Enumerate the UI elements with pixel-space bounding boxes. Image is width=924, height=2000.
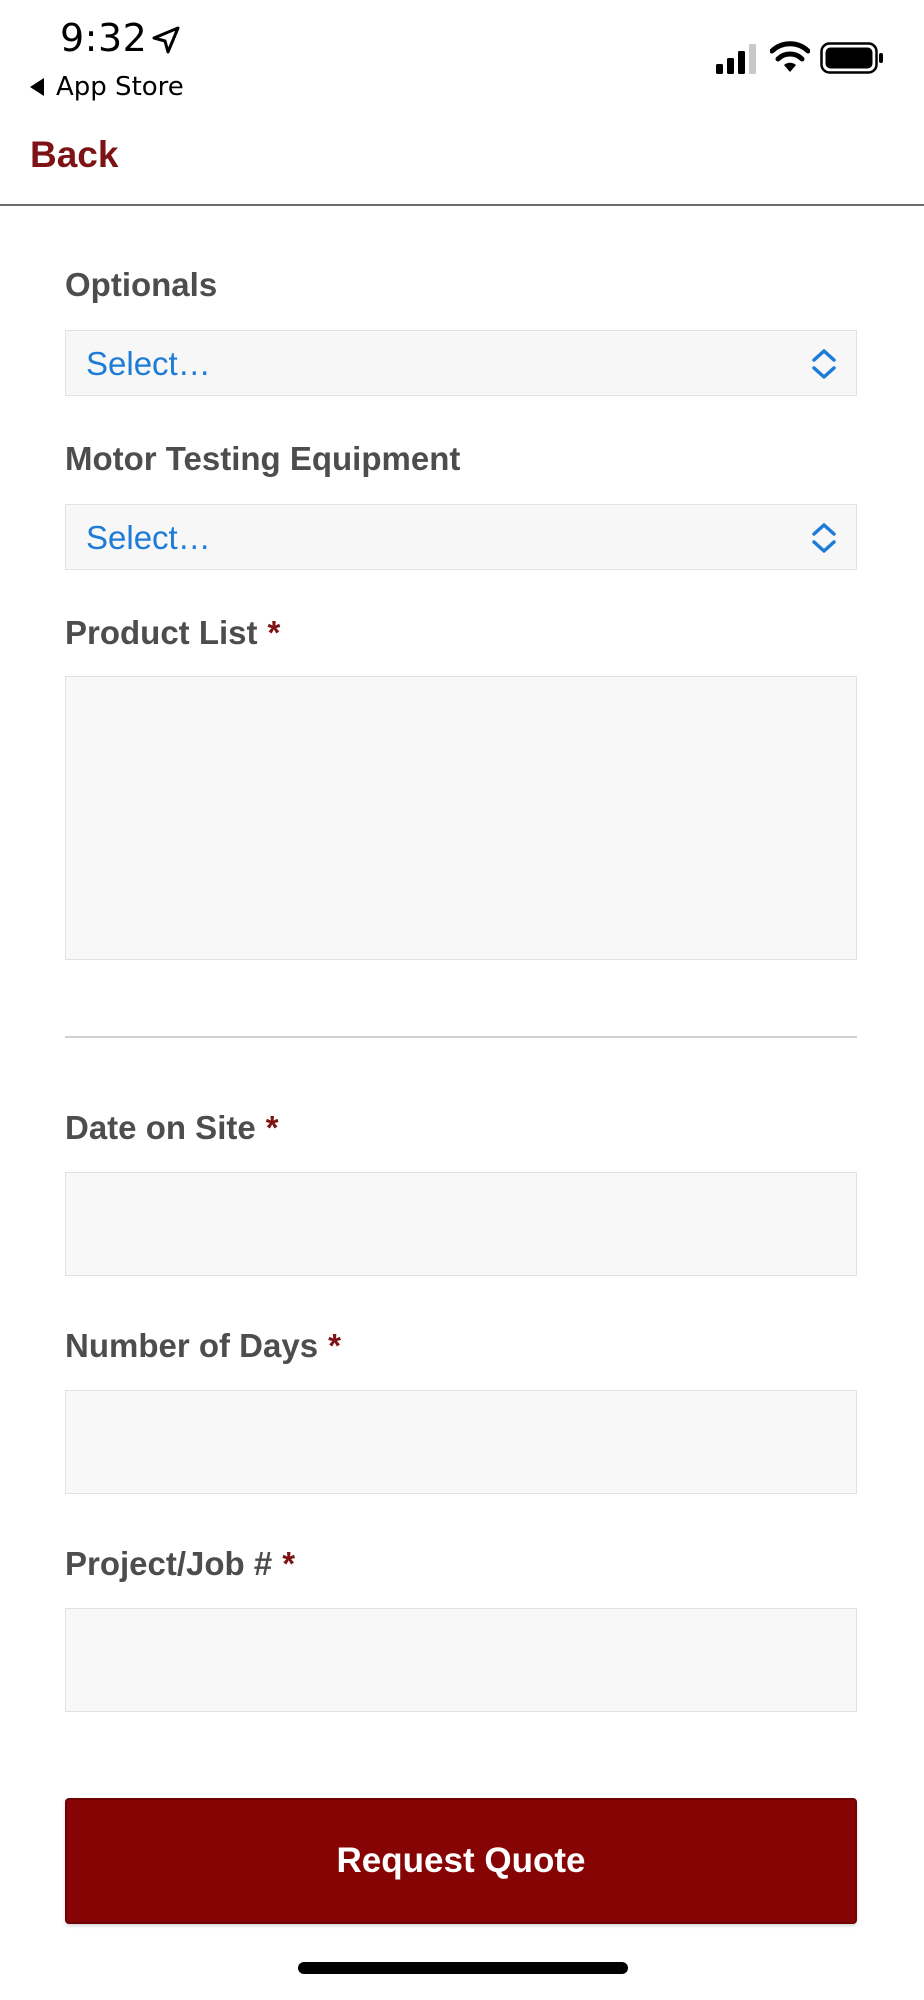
- motor-testing-select[interactable]: Select…: [65, 504, 857, 570]
- status-bar: 9:32 App Store: [0, 0, 924, 110]
- back-to-app-label: App Store: [56, 72, 184, 102]
- optionals-label: Optionals: [65, 266, 217, 304]
- back-to-app-store[interactable]: App Store: [30, 72, 184, 102]
- required-asterisk: *: [267, 614, 281, 651]
- date-on-site-label-text: Date on Site: [65, 1109, 256, 1146]
- battery-icon: [820, 42, 883, 74]
- motor-testing-label-text: Motor Testing Equipment: [65, 440, 461, 477]
- motor-testing-select-value: Select…: [86, 519, 211, 556]
- required-asterisk: *: [265, 1109, 279, 1146]
- optionals-label-text: Optionals: [65, 266, 218, 303]
- optionals-select-value: Select…: [86, 345, 211, 382]
- required-asterisk: *: [328, 1327, 341, 1364]
- product-list-textarea[interactable]: [65, 676, 857, 960]
- number-of-days-label-text: Number of Days: [65, 1327, 319, 1364]
- status-time: 9:32: [60, 16, 148, 60]
- project-job-label: Project/Job # *: [65, 1545, 295, 1583]
- section-divider: [65, 1036, 857, 1038]
- wifi-icon: [770, 41, 810, 72]
- request-quote-button[interactable]: Request Quote: [65, 1798, 857, 1924]
- project-job-label-text: Project/Job #: [65, 1545, 273, 1582]
- optionals-select[interactable]: Select…: [65, 330, 857, 396]
- required-asterisk: *: [282, 1545, 296, 1582]
- product-list-label: Product List *: [65, 614, 280, 652]
- home-indicator[interactable]: [298, 1962, 628, 1974]
- date-on-site-label: Date on Site *: [65, 1109, 279, 1147]
- navigation-bar: Back: [0, 110, 924, 206]
- project-job-input[interactable]: [65, 1608, 857, 1712]
- location-arrow-icon: [152, 26, 180, 54]
- date-on-site-input[interactable]: [65, 1172, 857, 1276]
- chevron-up-down-icon: [812, 523, 836, 553]
- chevron-up-down-icon: [812, 349, 836, 379]
- number-of-days-input[interactable]: [65, 1390, 857, 1494]
- back-triangle-icon: [30, 78, 44, 96]
- cellular-signal-icon: [716, 44, 756, 74]
- number-of-days-label: Number of Days *: [65, 1327, 341, 1365]
- motor-testing-label: Motor Testing Equipment: [65, 440, 460, 478]
- product-list-label-text: Product List: [65, 614, 258, 651]
- back-button[interactable]: Back: [30, 134, 118, 176]
